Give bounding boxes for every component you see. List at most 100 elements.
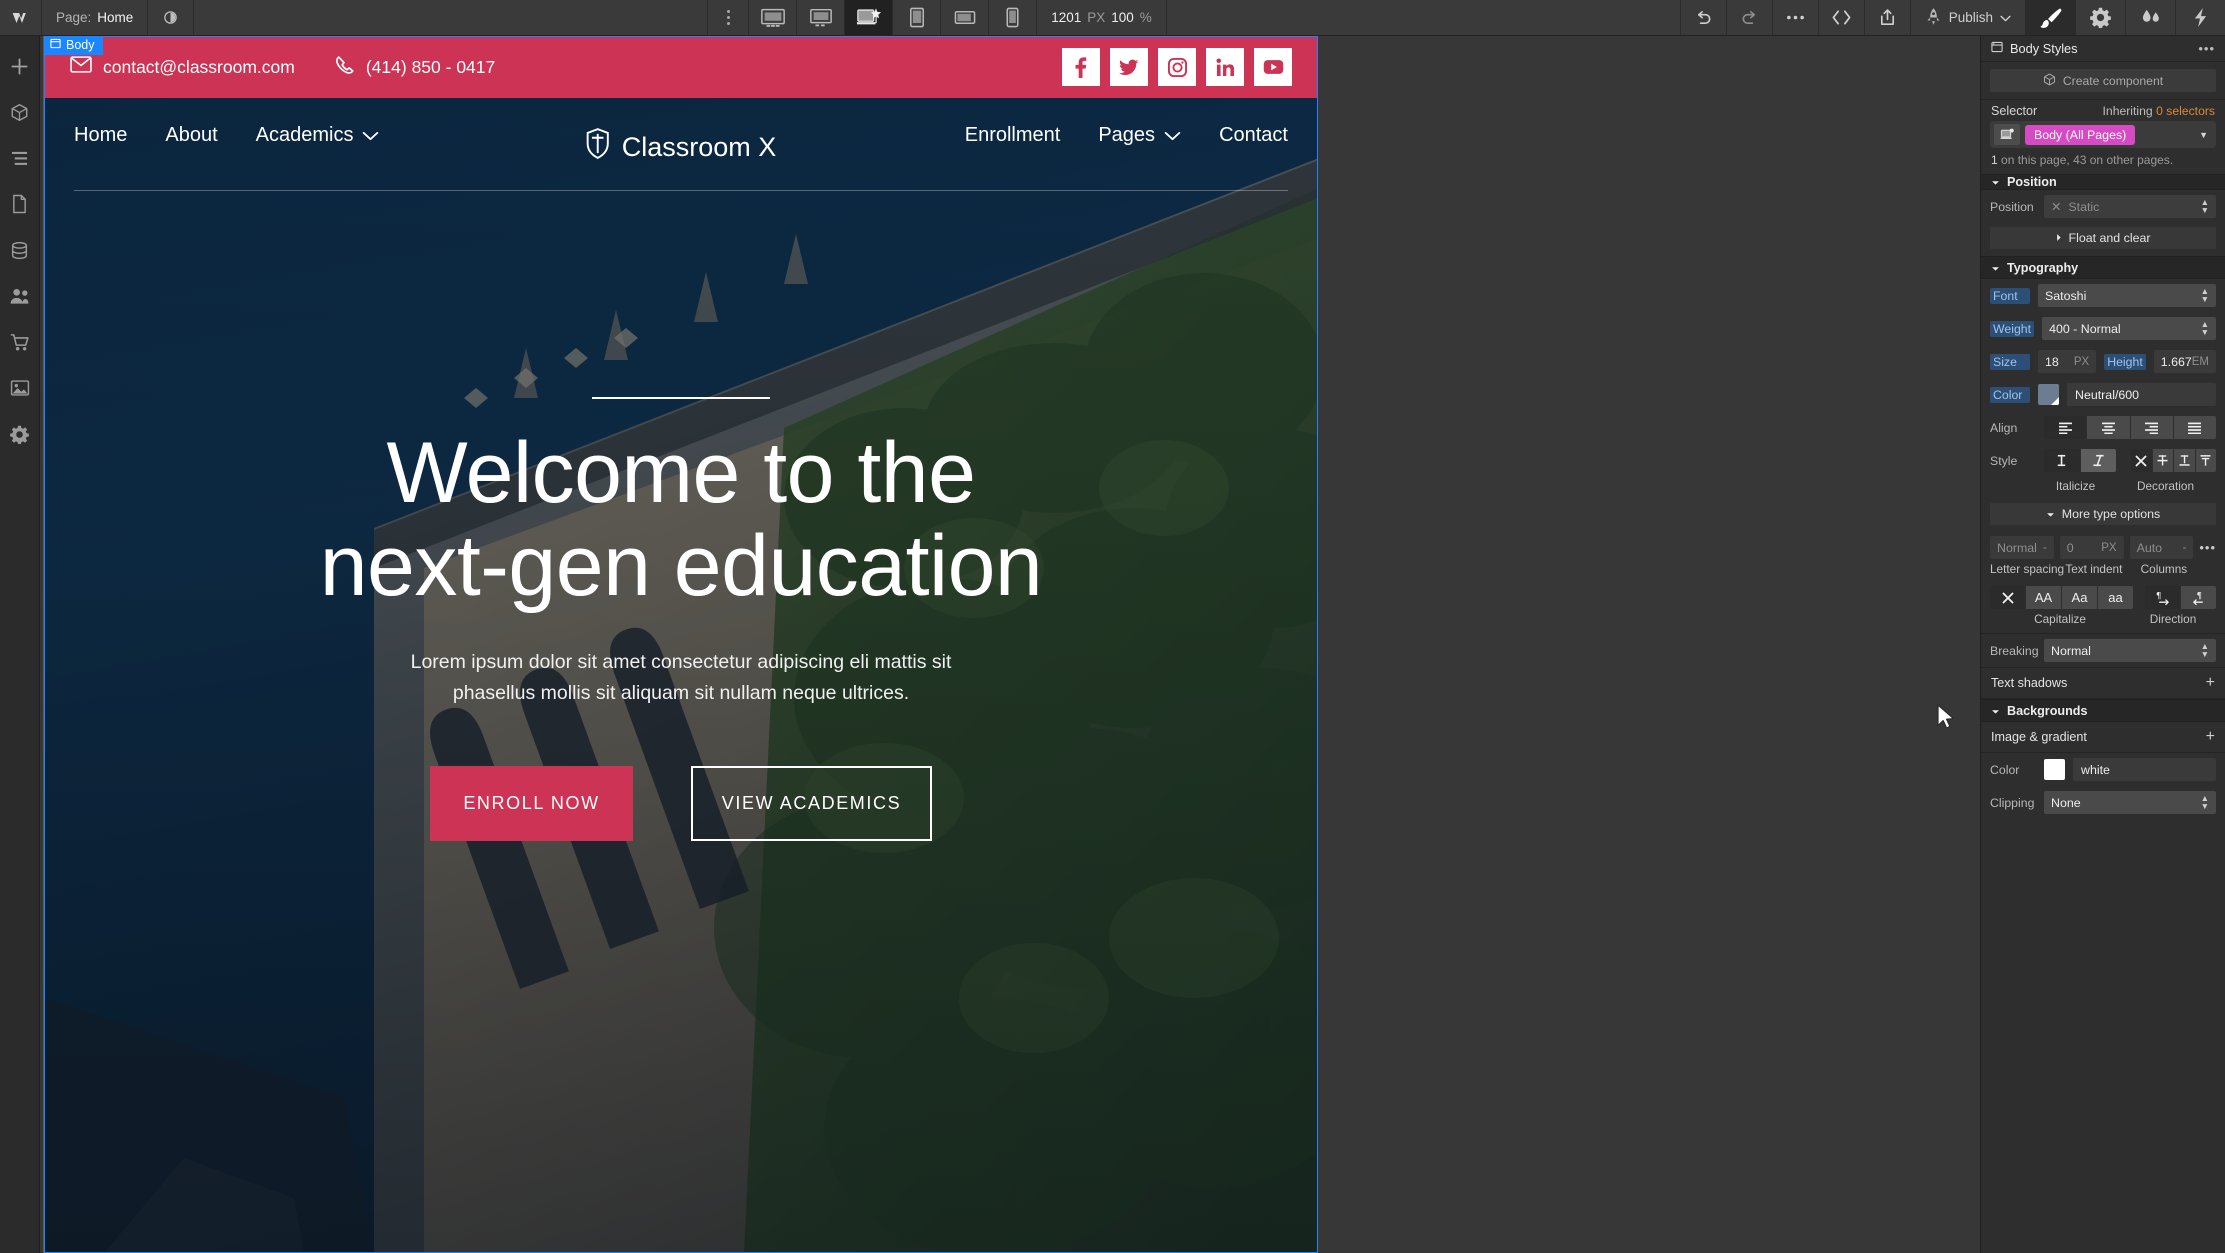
- x-icon[interactable]: ✕: [2051, 199, 2061, 214]
- horizontal-ellipsis-icon[interactable]: [1771, 0, 1818, 35]
- background-color-swatch[interactable]: [2044, 759, 2065, 780]
- nav-link-contact[interactable]: Contact: [1219, 124, 1288, 147]
- weight-label[interactable]: Weight: [1990, 320, 2035, 337]
- interactions-panel-button[interactable]: [2125, 0, 2175, 35]
- code-brackets-icon[interactable]: [1817, 0, 1864, 35]
- nav-link-pages[interactable]: Pages: [1098, 124, 1181, 147]
- nav-link-enrollment[interactable]: Enrollment: [965, 124, 1061, 147]
- publish-button[interactable]: Publish: [1909, 0, 2025, 35]
- text-color-swatch[interactable]: [2038, 384, 2059, 405]
- rail-pages[interactable]: [0, 182, 40, 226]
- overline-icon[interactable]: [2195, 449, 2216, 472]
- font-label[interactable]: Font: [1990, 287, 2030, 304]
- preview-eye-icon[interactable]: [148, 0, 195, 35]
- underline-icon[interactable]: [2174, 449, 2195, 472]
- nav-link-about[interactable]: About: [165, 124, 217, 147]
- text-shadows-row[interactable]: Text shadows +: [1981, 667, 2225, 699]
- align-center-icon[interactable]: [2087, 416, 2130, 439]
- social-instagram[interactable]: [1158, 48, 1196, 86]
- section-header-backgrounds[interactable]: Backgrounds: [1981, 699, 2225, 722]
- social-youtube[interactable]: [1254, 48, 1292, 86]
- selected-element-badge[interactable]: Body: [44, 36, 103, 55]
- webflow-logo-icon[interactable]: [0, 0, 42, 35]
- height-unit[interactable]: EM: [2192, 356, 2209, 368]
- view-academics-button[interactable]: VIEW ACADEMICS: [691, 765, 932, 841]
- text-italic-icon[interactable]: [2080, 449, 2116, 472]
- position-select[interactable]: ✕ Static ▲ ▼: [2044, 195, 2216, 218]
- style-panel-button[interactable]: [2025, 0, 2075, 35]
- more-type-options-expander[interactable]: More type options: [1990, 503, 2216, 525]
- breakpoint-base-icon[interactable]: [1994, 124, 2020, 145]
- stepper-icon[interactable]: ▲ ▼: [2201, 794, 2209, 810]
- rail-ecommerce[interactable]: [0, 320, 40, 364]
- nav-link-home[interactable]: Home: [74, 124, 127, 147]
- columns-input[interactable]: Auto -: [2129, 536, 2194, 559]
- chevron-down-icon[interactable]: ▼: [2199, 130, 2212, 140]
- breakpoint-mobile-landscape[interactable]: [941, 0, 990, 35]
- breakpoint-desktop-xl[interactable]: [749, 0, 798, 35]
- capitalize-Aa-icon[interactable]: Aa: [2062, 586, 2097, 609]
- stepper-icon[interactable]: ▲ ▼: [2201, 198, 2209, 214]
- social-linkedin[interactable]: [1206, 48, 1244, 86]
- rail-users[interactable]: [0, 274, 40, 318]
- clipping-select[interactable]: None ▲ ▼: [2044, 791, 2216, 814]
- text-upright-icon[interactable]: [2044, 449, 2080, 472]
- undo-arrow-icon[interactable]: [1679, 0, 1726, 35]
- decoration-none-x-icon[interactable]: [2131, 449, 2152, 472]
- rail-settings[interactable]: [0, 412, 40, 456]
- rail-navigator[interactable]: [0, 136, 40, 180]
- size-input[interactable]: 18 PX: [2038, 350, 2097, 373]
- horizontal-ellipsis-icon[interactable]: •••: [2198, 41, 2215, 56]
- direction-ltr-icon[interactable]: ¶: [2145, 586, 2180, 609]
- add-image-gradient-plus-icon[interactable]: +: [2206, 729, 2215, 745]
- text-color-value[interactable]: Neutral/600: [2067, 383, 2216, 406]
- text-indent-input[interactable]: 0 PX: [2059, 536, 2124, 559]
- weight-select[interactable]: 400 - Normal ▲ ▼: [2042, 317, 2216, 340]
- uppercase-AA-icon[interactable]: AA: [2026, 586, 2061, 609]
- stepper-icon[interactable]: ▲ ▼: [2201, 320, 2209, 336]
- canvas-area[interactable]: Body contact@classroom.com (414) 850 - 0…: [40, 36, 1980, 1253]
- rail-assets[interactable]: [0, 366, 40, 410]
- direction-rtl-icon[interactable]: ¶: [2181, 586, 2216, 609]
- redo-arrow-icon[interactable]: [1725, 0, 1772, 35]
- more-options-vertical-icon[interactable]: [707, 0, 750, 35]
- height-input[interactable]: 1.667 EM: [2153, 350, 2216, 373]
- section-header-position[interactable]: Position: [1981, 174, 2225, 190]
- align-justify-icon[interactable]: [2173, 416, 2216, 439]
- horizontal-ellipsis-icon[interactable]: •••: [2199, 540, 2216, 555]
- nav-link-academics[interactable]: Academics: [256, 124, 380, 147]
- background-color-value[interactable]: white: [2073, 758, 2216, 781]
- add-text-shadow-plus-icon[interactable]: +: [2206, 675, 2215, 691]
- letter-spacing-input[interactable]: Normal -: [1990, 536, 2054, 559]
- breakpoint-mobile-portrait[interactable]: [989, 0, 1038, 35]
- breakpoint-base[interactable]: [845, 0, 894, 35]
- rail-components[interactable]: [0, 90, 40, 134]
- text-indent-unit[interactable]: PX: [2101, 542, 2116, 554]
- letter-spacing-unit[interactable]: -: [2043, 542, 2047, 554]
- page-indicator[interactable]: Page: Home: [42, 0, 149, 35]
- selector-tag[interactable]: Body (All Pages): [2025, 124, 2136, 145]
- font-select[interactable]: Satoshi ▲ ▼: [2038, 284, 2216, 307]
- float-and-clear-expander[interactable]: Float and clear: [1990, 227, 2216, 249]
- breaking-select[interactable]: Normal ▲ ▼: [2044, 639, 2216, 662]
- canvas-size-display[interactable]: 1201 PX 100 %: [1037, 0, 1167, 35]
- stepper-icon[interactable]: ▲ ▼: [2201, 287, 2209, 303]
- size-label[interactable]: Size: [1990, 353, 2030, 370]
- rail-cms[interactable]: [0, 228, 40, 272]
- breakpoint-tablet[interactable]: [893, 0, 942, 35]
- strikethrough-icon[interactable]: [2152, 449, 2173, 472]
- size-unit[interactable]: PX: [2074, 356, 2089, 368]
- settings-panel-button[interactable]: [2075, 0, 2125, 35]
- columns-unit[interactable]: -: [2183, 542, 2187, 554]
- contact-email[interactable]: contact@classroom.com: [70, 56, 295, 78]
- align-right-icon[interactable]: [2130, 416, 2173, 439]
- breakpoint-desktop[interactable]: [797, 0, 846, 35]
- rail-add-elements[interactable]: [0, 44, 40, 88]
- lowercase-aa-icon[interactable]: aa: [2098, 586, 2133, 609]
- enroll-now-button[interactable]: ENROLL NOW: [430, 765, 633, 841]
- site-canvas[interactable]: Body contact@classroom.com (414) 850 - 0…: [43, 36, 1318, 1253]
- variables-panel-button[interactable]: [2175, 0, 2225, 35]
- selector-field[interactable]: Body (All Pages) ▼: [1990, 121, 2216, 148]
- social-facebook[interactable]: [1062, 48, 1100, 86]
- align-left-icon[interactable]: [2044, 416, 2087, 439]
